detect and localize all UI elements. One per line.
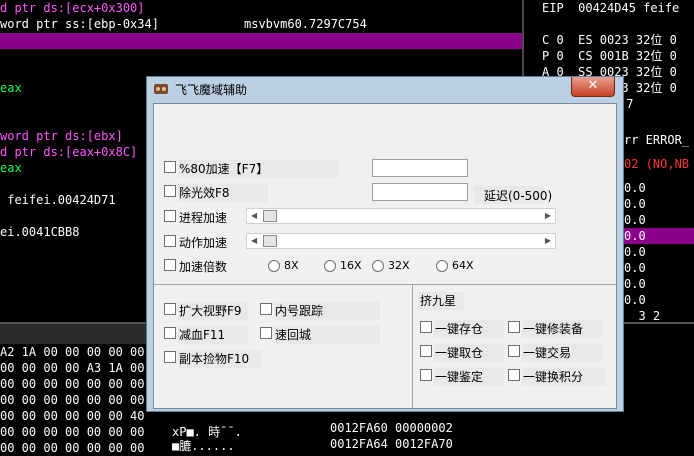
slider-right-arrow-icon[interactable]: ▶ [545,236,551,245]
process-speed-slider[interactable]: ◀ ▶ [246,208,556,224]
window-client-area: %80加速【F7】 除光效F8 进程加速 动作加速 加速倍数 延迟(0-500)… [153,103,617,409]
stack-address-list: 0012FA60 00000002 0012FA64 0012FA70 [330,420,453,452]
register-line: C 0 ES 0023 32位 0 [542,33,677,47]
remove-effects-checkbox[interactable] [164,185,176,197]
speed80-label: %80加速【F7】 [179,162,269,176]
remove-effects-label: 除光效F8 [179,186,230,200]
slider-thumb[interactable] [263,210,277,222]
action-speed-checkbox[interactable] [164,235,176,247]
speed-64x-radio[interactable] [436,260,448,272]
trade-checkbox[interactable] [508,345,520,357]
register-line [542,16,694,32]
dump-line: 00 00 00 00 00 00 40 00 [0,409,167,423]
helper-window[interactable]: 飞飞魔域辅助 ✕ %80加速【F7】 除光效F8 进程加速 动作加速 加速倍数 … [146,76,624,412]
dump-line: 00 00 00 00 00 00 00 00 [0,425,167,439]
stack-line: 0.0 [624,277,646,291]
withdraw-label: 一键取仓 [435,346,484,360]
speed-16x-radio[interactable] [324,260,336,272]
stack-line: 0.0 [624,197,646,211]
stack-line: 0.0 [624,293,646,307]
dungeon-loot-label: 副本捡物F10 [179,352,250,366]
reduce-hp-checkbox[interactable] [164,327,176,339]
identify-checkbox[interactable] [420,369,432,381]
delay-label: 延迟(0-500) [484,189,553,203]
alt-tracking-label: 内号跟踪 [275,304,324,318]
stack-line: 0.0 [624,245,646,259]
disasm-line [0,48,236,64]
trade-label: 一键交易 [523,346,572,360]
speed-multiplier-label: 加速倍数 [179,260,228,274]
disasm-line: word ptr ss:[ebp-0x34] [0,17,159,31]
disasm-line: d ptr ds:[ecx+0x300] [0,1,145,15]
exchange-points-checkbox[interactable] [508,369,520,381]
alt-tracking-checkbox[interactable] [260,303,272,315]
expand-view-checkbox[interactable] [164,303,176,315]
speed80-checkbox[interactable] [164,161,176,173]
close-button[interactable]: ✕ [571,77,615,97]
error-line: 02 (NO,NB [624,157,690,171]
slider-left-arrow-icon[interactable]: ◀ [251,211,257,220]
slider-thumb[interactable] [263,235,277,247]
deposit-checkbox[interactable] [420,321,432,333]
stack-pane[interactable]: 0.0 0.0 0.0 0.0 0.0 0.0 0.0 0.0 3 2 [624,180,660,324]
disasm-line [0,32,236,48]
stack-line: 0.0 [624,213,646,227]
ascii-line: ■膔...... [172,439,235,453]
stack-address-line: 0012FA60 00000002 [330,421,453,435]
group-title: 挤九星 [420,294,457,308]
speed-8x-radio[interactable] [268,260,280,272]
slider-left-arrow-icon[interactable]: ◀ [251,236,257,245]
dump-line: 00 00 00 00 00 00 00 00 [0,377,167,391]
speed-8x-label: 8X [284,259,299,272]
stack-line: 0.0 [624,261,646,275]
speed-multiplier-checkbox[interactable] [164,259,176,271]
dump-line: 00 00 00 00 A3 1A 00 00 [0,361,167,375]
disasm-comment: msvbvm60.7297C754 [244,17,367,31]
section-divider [412,285,413,408]
speed-32x-label: 32X [388,259,410,272]
hex-dump-pane[interactable]: A2 1A 00 00 00 00 00 00 00 00 00 00 A3 1A… [0,344,166,456]
identify-label: 一键鉴定 [435,370,484,384]
action-speed-label: 动作加速 [179,236,228,250]
speed-64x-label: 64X [452,259,474,272]
repair-checkbox[interactable] [508,321,520,333]
reduce-hp-label: 减血F11 [179,328,226,342]
error-info: rr ERROR_ 02 (NO,NB [624,132,689,180]
repair-label: 一键修装备 [523,322,584,336]
value-input-2[interactable] [372,183,468,201]
expand-view-label: 扩大视野F9 [179,304,242,318]
exchange-points-label: 一键换积分 [523,370,584,384]
error-line: rr ERROR_ [624,133,690,147]
action-speed-slider[interactable]: ◀ ▶ [246,233,556,249]
speed-16x-label: 16X [340,259,362,272]
value-input-1[interactable] [372,159,468,177]
window-title: 飞飞魔域辅助 [175,83,248,97]
close-icon: ✕ [587,78,599,93]
stack-line: 0.0 [624,229,646,243]
register-line: P 0 CS 001B 32位 0 [542,49,677,63]
dump-line: A2 1A 00 00 00 00 00 00 [0,345,167,359]
dungeon-loot-checkbox[interactable] [164,351,176,363]
speed-32x-radio[interactable] [372,260,384,272]
slider-right-arrow-icon[interactable]: ▶ [545,211,551,220]
deposit-label: 一键存仓 [435,322,484,336]
withdraw-checkbox[interactable] [420,345,432,357]
dump-line: 00 00 00 00 00 00 00 00 [0,393,167,407]
quick-return-label: 速回城 [275,328,312,342]
process-speed-checkbox[interactable] [164,210,176,222]
app-icon [154,84,168,94]
stack-line: 0.0 [624,181,646,195]
ascii-line: xP■. 時¯¯. [172,425,242,439]
process-speed-label: 进程加速 [179,211,228,225]
section-divider [154,284,616,285]
ascii-dump: xP■. 時¯¯. ■膔...... [172,424,242,453]
dump-header [0,324,160,344]
register-line: EIP 00424D45 feife [542,1,680,15]
stack-address-line: 0012FA64 0012FA70 [330,437,453,451]
quick-return-checkbox[interactable] [260,327,272,339]
title-bar[interactable]: 飞飞魔域辅助 ✕ [147,77,623,101]
